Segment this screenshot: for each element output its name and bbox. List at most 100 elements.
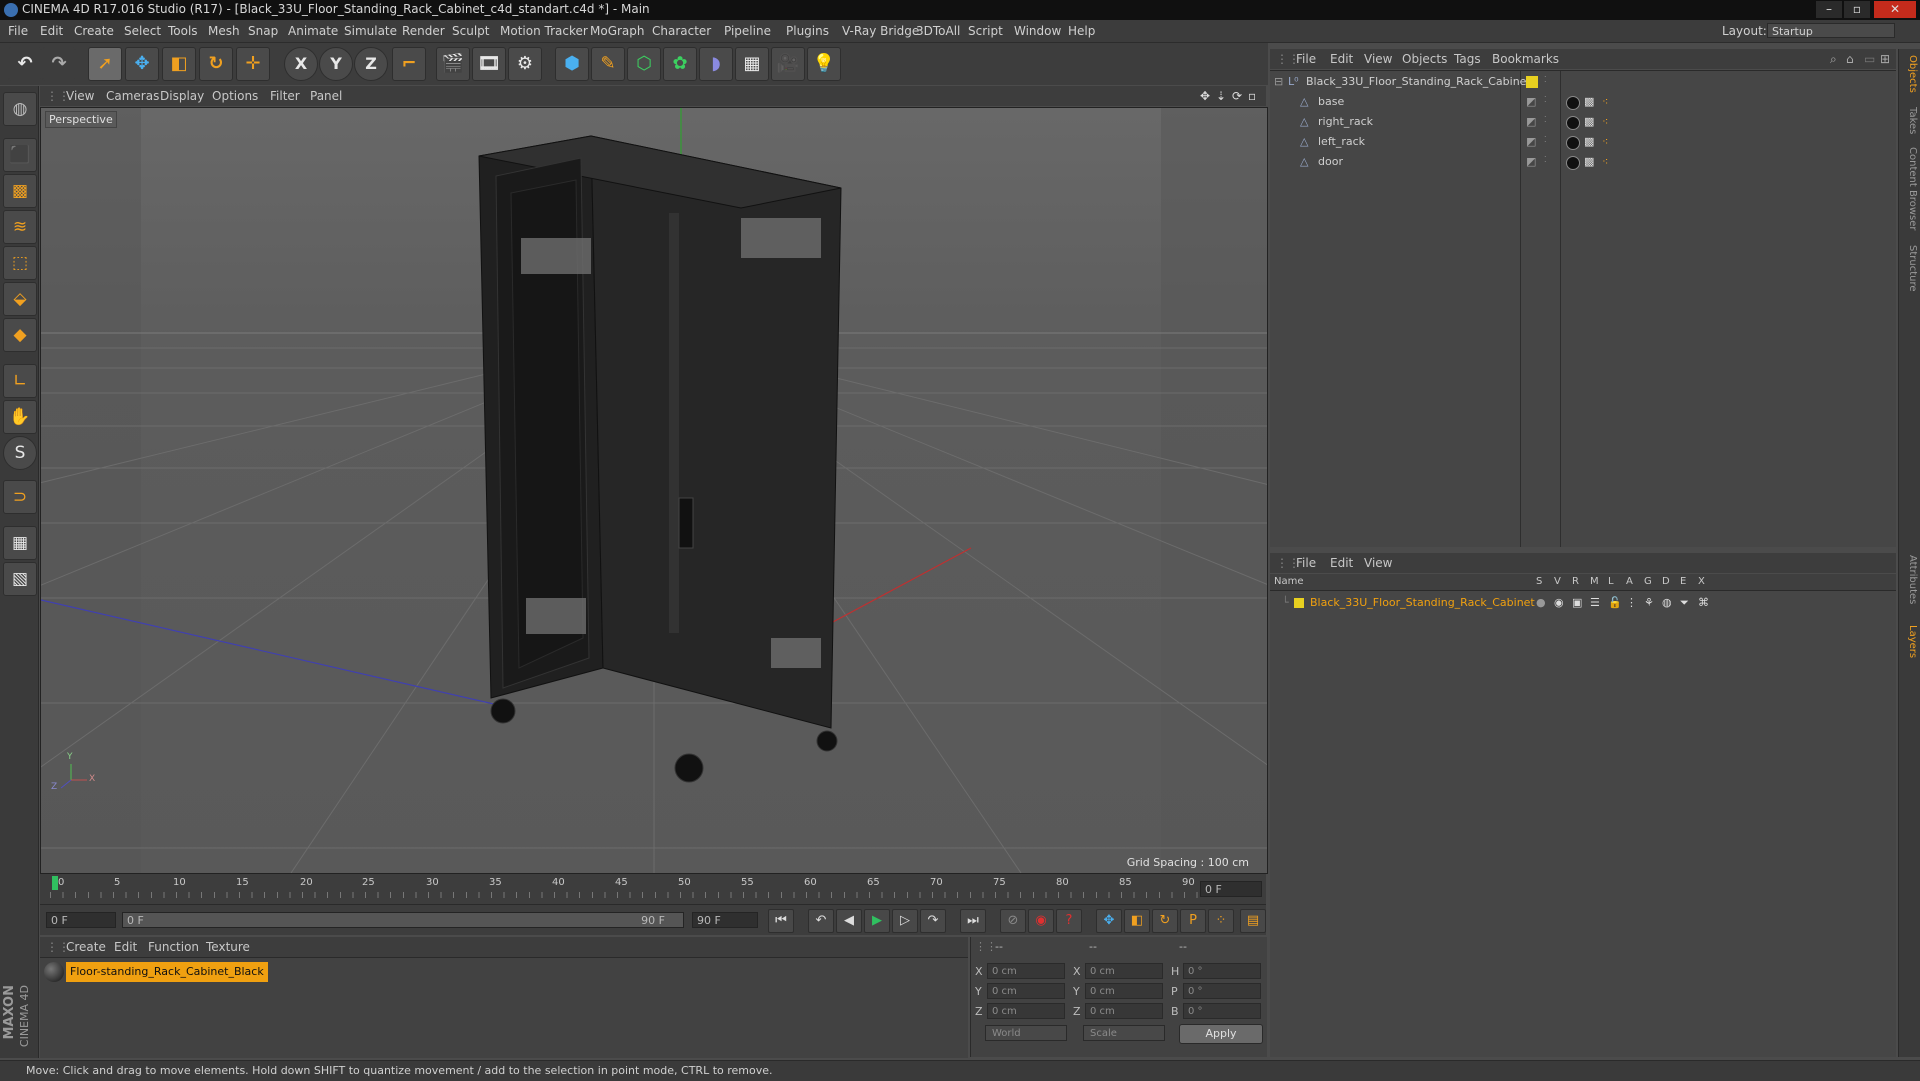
- expression-toggle-icon[interactable]: ⏷: [1680, 596, 1689, 610]
- record-keyframes-icon[interactable]: ◉: [1028, 909, 1054, 933]
- viewport-zoom-icon[interactable]: ⇣: [1216, 89, 1226, 103]
- menu-character[interactable]: Character: [652, 24, 711, 38]
- object-row-right-rack[interactable]: △ right_rack ◩ ⁚ ▩ ⁖: [1270, 112, 1896, 132]
- object-name[interactable]: Black_33U_Floor_Standing_Rack_Cabinet: [1306, 75, 1531, 88]
- objects-menu-file[interactable]: File: [1296, 52, 1316, 66]
- polygons-mode-icon[interactable]: ◆: [3, 318, 37, 352]
- make-editable-icon[interactable]: ◍: [3, 92, 37, 126]
- manager-toggle-icon[interactable]: ☰: [1590, 596, 1600, 609]
- object-name[interactable]: door: [1318, 155, 1343, 168]
- workplane-grid-icon[interactable]: ▧: [3, 562, 37, 596]
- menu-animate[interactable]: Animate: [288, 24, 338, 38]
- phong-tag-icon[interactable]: ⁖: [1602, 115, 1608, 128]
- render-toggle-icon[interactable]: ▣: [1572, 596, 1582, 609]
- edit-toggle-icon[interactable]: ◩: [1526, 135, 1536, 148]
- z-axis-lock-button[interactable]: Z: [354, 47, 388, 81]
- size-y-field[interactable]: 0 cm: [1085, 983, 1163, 999]
- coordinate-system-icon[interactable]: ⌐: [392, 47, 426, 81]
- workplane-mode-icon[interactable]: ≋: [3, 210, 37, 244]
- menu-tools[interactable]: Tools: [168, 24, 198, 38]
- lock-toggle-icon[interactable]: 🔓: [1608, 596, 1622, 609]
- visibility-dots-icon[interactable]: ⁚: [1544, 135, 1547, 144]
- position-x-field[interactable]: 0 cm: [987, 963, 1065, 979]
- object-name[interactable]: right_rack: [1318, 115, 1373, 128]
- tab-structure[interactable]: Structure: [1902, 245, 1918, 292]
- close-button[interactable]: ✕: [1874, 1, 1916, 18]
- view-toggle-icon[interactable]: ◉: [1554, 596, 1564, 609]
- size-mode-dropdown[interactable]: Scale: [1083, 1025, 1165, 1041]
- material-tag-icon[interactable]: [1566, 96, 1580, 110]
- tweak-mode-icon[interactable]: ✋: [3, 400, 37, 434]
- minimize-button[interactable]: –: [1816, 1, 1842, 18]
- key-pla-icon[interactable]: ⁘: [1208, 909, 1234, 933]
- phong-tag-icon[interactable]: ⁖: [1602, 135, 1608, 148]
- col-generators[interactable]: G: [1644, 576, 1652, 587]
- objects-menu-tags[interactable]: Tags: [1454, 52, 1481, 66]
- object-name[interactable]: left_rack: [1318, 135, 1365, 148]
- magnet-icon[interactable]: ⊃: [3, 480, 37, 514]
- col-deformers[interactable]: D: [1662, 576, 1670, 587]
- texture-tag-icon[interactable]: ▩: [1584, 135, 1594, 148]
- edges-mode-icon[interactable]: ⬙: [3, 282, 37, 316]
- phong-tag-icon[interactable]: ⁖: [1602, 155, 1608, 168]
- objects-search-icon[interactable]: ⌕: [1830, 52, 1837, 67]
- object-row-door[interactable]: △ door ◩ ⁚ ▩ ⁖: [1270, 152, 1896, 172]
- menu-help[interactable]: Help: [1068, 24, 1095, 38]
- menu-render[interactable]: Render: [402, 24, 445, 38]
- menu-simulate[interactable]: Simulate: [344, 24, 397, 38]
- menu-script[interactable]: Script: [968, 24, 1003, 38]
- subdivision-surface-icon[interactable]: ⬡: [627, 47, 661, 81]
- object-row-root[interactable]: ⊟ L⁰ Black_33U_Floor_Standing_Rack_Cabin…: [1270, 72, 1896, 92]
- objects-up-icon[interactable]: ▭: [1864, 52, 1875, 66]
- xref-toggle-icon[interactable]: ⌘: [1698, 596, 1709, 609]
- menu-file[interactable]: File: [8, 24, 28, 38]
- material-preview-icon[interactable]: [44, 962, 64, 982]
- render-view-icon[interactable]: 🎬: [436, 47, 470, 81]
- edit-toggle-icon[interactable]: ◩: [1526, 95, 1536, 108]
- col-expressions[interactable]: E: [1680, 576, 1686, 587]
- size-x-field[interactable]: 0 cm: [1085, 963, 1163, 979]
- material-tag-icon[interactable]: [1566, 156, 1580, 170]
- objects-menu-view[interactable]: View: [1364, 52, 1392, 66]
- rotation-b-field[interactable]: 0 °: [1183, 1003, 1261, 1019]
- material-menu-function[interactable]: Function: [148, 940, 199, 954]
- go-to-end-icon[interactable]: ⏭: [960, 909, 986, 933]
- menu-pipeline[interactable]: Pipeline: [724, 24, 771, 38]
- viewport-menu-cameras[interactable]: Cameras: [106, 89, 159, 103]
- key-scale-icon[interactable]: ◧: [1124, 909, 1150, 933]
- select-arrow-icon[interactable]: ➚: [88, 47, 122, 81]
- phong-tag-icon[interactable]: ⁖: [1602, 95, 1608, 108]
- menu-mograph[interactable]: MoGraph: [590, 24, 645, 38]
- transform-tool-icon[interactable]: ✛: [236, 47, 270, 81]
- menu-3dtoall[interactable]: 3DToAll: [916, 24, 960, 38]
- camera-icon[interactable]: 🎥: [771, 47, 805, 81]
- next-key-icon[interactable]: ↷: [920, 909, 946, 933]
- tab-takes[interactable]: Takes: [1902, 107, 1918, 134]
- objects-menu-bookmarks[interactable]: Bookmarks: [1492, 52, 1559, 66]
- menu-edit[interactable]: Edit: [40, 24, 63, 38]
- generator-toggle-icon[interactable]: ⚘: [1644, 596, 1654, 609]
- current-frame-field[interactable]: 0 F: [1200, 881, 1262, 897]
- move-tool-icon[interactable]: ✥: [125, 47, 159, 81]
- viewport-rotate-icon[interactable]: ⟳: [1232, 89, 1242, 103]
- apply-button[interactable]: Apply: [1179, 1024, 1263, 1044]
- objects-new-window-icon[interactable]: ⊞: [1880, 52, 1890, 66]
- layers-menu-edit[interactable]: Edit: [1330, 556, 1353, 570]
- layer-name[interactable]: Black_33U_Floor_Standing_Rack_Cabinet: [1310, 596, 1535, 609]
- position-y-field[interactable]: 0 cm: [987, 983, 1065, 999]
- scale-tool-icon[interactable]: ◧: [162, 47, 196, 81]
- x-axis-lock-button[interactable]: X: [284, 47, 318, 81]
- timeline-window-icon[interactable]: ▤: [1240, 909, 1266, 933]
- texture-tag-icon[interactable]: ▩: [1584, 95, 1594, 108]
- key-position-icon[interactable]: ✥: [1096, 909, 1122, 933]
- visibility-dots-icon[interactable]: ⁚: [1544, 75, 1547, 84]
- col-render[interactable]: R: [1572, 576, 1579, 587]
- key-parameter-icon[interactable]: P: [1180, 909, 1206, 933]
- layer-row[interactable]: └ Black_33U_Floor_Standing_Rack_Cabinet …: [1270, 593, 1896, 613]
- collapse-icon[interactable]: ⊟: [1274, 75, 1283, 88]
- coordinate-mode-dropdown[interactable]: World: [985, 1025, 1067, 1041]
- render-picture-viewer-icon[interactable]: 🎞: [472, 47, 506, 81]
- previous-key-icon[interactable]: ↶: [808, 909, 834, 933]
- objects-menu-edit[interactable]: Edit: [1330, 52, 1353, 66]
- rotate-tool-icon[interactable]: ↻: [199, 47, 233, 81]
